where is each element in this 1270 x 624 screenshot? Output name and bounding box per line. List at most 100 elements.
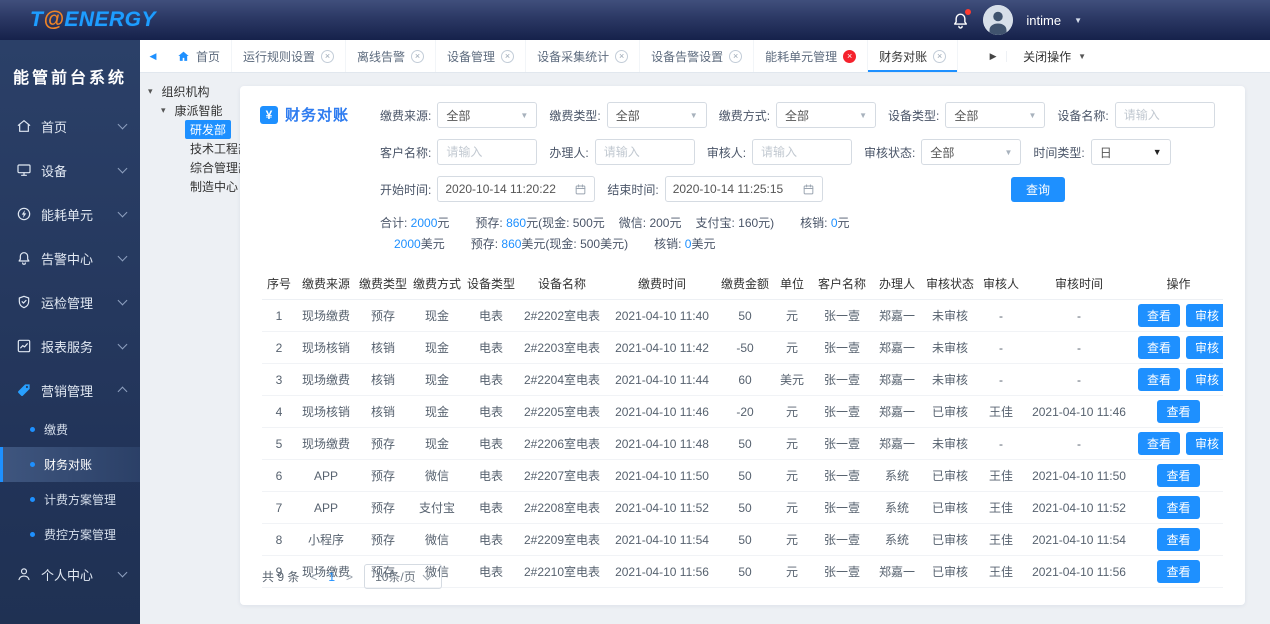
view-button[interactable]: 查看	[1157, 528, 1200, 551]
tab-home[interactable]: 首页	[166, 40, 233, 72]
tab-device-management[interactable]: 设备管理 ×	[436, 40, 527, 72]
tab-bar: ◀ 首页 运行规则设置 × 离线告警 × 设备管理 × 设备采集统计 × 设备告警设置 × 能耗单元管…	[140, 40, 1270, 73]
sidebar-item-personal-center[interactable]: 个人中心	[0, 552, 140, 596]
payment-type-select[interactable]: 全部 ▼	[606, 102, 707, 128]
payment-method-select[interactable]: 全部 ▼	[776, 102, 877, 128]
table-row: 4 现场核销 核销 现金 电表 2#2205室电表 2021-04-10 11:46 -20 元…	[262, 395, 1223, 428]
avatar[interactable]	[983, 5, 1014, 35]
start-time-value: 2020-10-14 11:20:22	[445, 182, 556, 196]
end-time-input[interactable]: 2020-10-14 11:25:15	[664, 176, 823, 202]
search-button[interactable]: 查询	[1010, 176, 1065, 202]
summary-segment: 微信: 200元	[618, 216, 682, 230]
sidebar-item-home[interactable]: 首页	[0, 104, 140, 148]
cell-pay-method: 现金	[410, 331, 464, 364]
audit-status-select[interactable]: 全部 ▼	[921, 139, 1022, 165]
cell-device-type: 电表	[464, 523, 518, 556]
view-button[interactable]: 查看	[1157, 496, 1200, 519]
auditor-input[interactable]	[752, 139, 853, 165]
tab-close-icon[interactable]: ×	[843, 49, 857, 63]
cell-source: APP	[296, 459, 356, 492]
payment-type-label: 缴费类型:	[549, 108, 601, 123]
cell-audit-status: 未审核	[922, 299, 978, 332]
sidebar-item-energy-unit[interactable]: 能耗单元	[0, 192, 140, 236]
tab-device-alarm-settings[interactable]: 设备告警设置 ×	[640, 40, 755, 72]
audit-button[interactable]: 审核	[1186, 336, 1223, 359]
tree-node-kangpai-intelligence[interactable]: ▾ 康派智能	[148, 101, 244, 120]
summary-segment: 元	[837, 216, 850, 230]
tree-node-general-management-dept[interactable]: 综合管理部	[148, 158, 250, 177]
sidebar-subitem-label: 缴费	[44, 423, 69, 437]
tab-close-icon[interactable]: ×	[321, 49, 335, 63]
tab-energy-unit-management[interactable]: 能耗单元管理 ×	[754, 40, 869, 72]
cell-unit: 美元	[772, 363, 812, 396]
tab-close-icon[interactable]: ×	[501, 49, 515, 63]
tree-node-rnd-dept[interactable]: 研发部	[148, 120, 244, 139]
cell-pay-type: 预存	[356, 459, 410, 492]
audit-button[interactable]: 审核	[1186, 432, 1223, 455]
handler-label: 办理人:	[549, 145, 589, 160]
sidebar-item-device[interactable]: 设备	[0, 148, 140, 192]
tab-device-collection-stats[interactable]: 设备采集统计 ×	[526, 40, 641, 72]
cell-actions: 查看	[1134, 491, 1223, 524]
view-button[interactable]: 查看	[1138, 368, 1181, 391]
sidebar-item-inspection-management[interactable]: 运检管理	[0, 280, 140, 324]
table-row: 6 APP 预存 微信 电表 2#2207室电表 2021-04-10 11:50 50 元张一…	[262, 459, 1223, 492]
view-button[interactable]: 查看	[1157, 400, 1200, 423]
sidebar-item-marketing-management[interactable]: 营销管理	[0, 368, 140, 412]
view-button[interactable]: 查看	[1157, 464, 1200, 487]
tree-node-tech-engineering-dept[interactable]: 技术工程部	[148, 139, 250, 158]
sidebar-item-alarm-center[interactable]: 告警中心	[0, 236, 140, 280]
sidebar-subitem-payment[interactable]: 缴费	[0, 412, 140, 447]
tab-close-icon[interactable]: ×	[411, 49, 425, 63]
customer-name-input[interactable]	[437, 139, 538, 165]
sidebar-item-report-service[interactable]: 报表服务	[0, 324, 140, 368]
notification-bell-icon[interactable]	[951, 8, 972, 30]
user-menu-caret-icon[interactable]: ▼	[1074, 16, 1082, 25]
tab-scroll-left-icon[interactable]: ◀	[140, 40, 166, 72]
close-operations-dropdown[interactable]: 关闭操作 ▼	[1007, 40, 1102, 72]
pagination-page-1[interactable]: 1	[328, 570, 335, 584]
cell-audit-time: 2021-04-10 11:52	[1024, 491, 1134, 524]
tab-close-icon[interactable]: ×	[933, 49, 947, 63]
cell-pay-time: 2021-04-10 11:46	[606, 395, 718, 428]
cell-audit-status: 未审核	[922, 363, 978, 396]
audit-button[interactable]: 审核	[1186, 304, 1223, 327]
page-size-select[interactable]: 10条/页	[364, 564, 442, 589]
pagination-next-icon[interactable]: >	[344, 570, 355, 584]
tree-node-org-structure[interactable]: ▾ 组织机构	[148, 82, 244, 101]
view-button[interactable]: 查看	[1138, 432, 1181, 455]
tab-close-icon[interactable]: ×	[615, 49, 629, 63]
cell-audit-status: 已审核	[922, 555, 978, 588]
cell-pay-method: 支付宝	[410, 491, 464, 524]
username[interactable]: intime	[1026, 13, 1061, 28]
view-button[interactable]: 查看	[1157, 560, 1200, 583]
payment-method-label: 缴费方式:	[718, 108, 771, 123]
time-type-field: 时间类型: 日 ▼	[1033, 139, 1171, 165]
cell-source: 现场缴费	[296, 299, 356, 332]
tab-run-rule-settings[interactable]: 运行规则设置 ×	[232, 40, 347, 72]
summary-totals: 合计: 2000元 预存: 860元(现金: 500元 微信: 200元 支付宝: 1…	[380, 213, 1223, 255]
tab-close-icon[interactable]: ×	[729, 49, 743, 63]
payment-type-value: 全部	[615, 108, 640, 123]
sidebar-subitem-financial-reconciliation[interactable]: 财务对账	[0, 447, 140, 482]
sidebar-subitem-cost-control-plan-management[interactable]: 费控方案管理	[0, 517, 140, 552]
device-name-input[interactable]	[1114, 102, 1215, 128]
column-header: 办理人	[872, 267, 922, 300]
time-type-select[interactable]: 日 ▼	[1090, 139, 1171, 165]
payment-method-field: 缴费方式: 全部 ▼	[718, 102, 877, 128]
select-caret-icon: ▼	[520, 110, 529, 120]
device-type-select[interactable]: 全部 ▼	[945, 102, 1046, 128]
sidebar-subitem-billing-plan-management[interactable]: 计费方案管理	[0, 482, 140, 517]
view-button[interactable]: 查看	[1138, 336, 1181, 359]
view-button[interactable]: 查看	[1138, 304, 1181, 327]
tab-scroll-right-icon[interactable]: ▶	[980, 50, 1008, 62]
payment-source-select[interactable]: 全部 ▼	[437, 102, 538, 128]
start-time-input[interactable]: 2020-10-14 11:20:22	[437, 176, 596, 202]
cell-amount: 50	[718, 555, 772, 588]
handler-input[interactable]	[594, 139, 695, 165]
tab-offline-alarm[interactable]: 离线告警 ×	[346, 40, 437, 72]
tab-financial-reconciliation[interactable]: 财务对账 ×	[868, 40, 959, 72]
pagination-prev-icon[interactable]: <	[308, 570, 319, 584]
tree-node-manufacturing-center[interactable]: 制造中心	[148, 177, 244, 196]
audit-button[interactable]: 审核	[1186, 368, 1223, 391]
